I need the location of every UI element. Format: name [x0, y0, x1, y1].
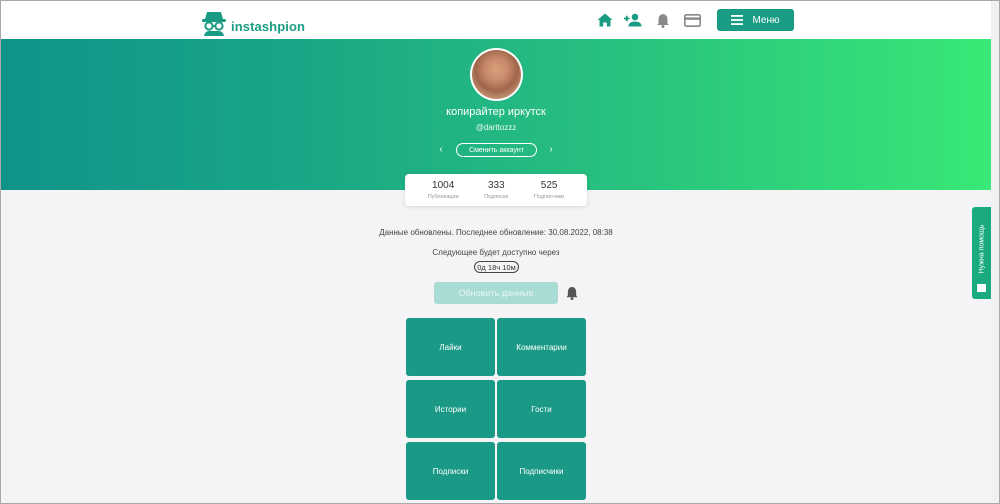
- stat-following[interactable]: 333 Подписки: [484, 180, 508, 200]
- switch-account-button[interactable]: Сменить аккаунт: [456, 143, 537, 157]
- tile-guests[interactable]: Гости: [497, 380, 586, 438]
- notify-bell-icon[interactable]: [565, 286, 579, 300]
- help-tab[interactable]: Нужна помощь: [972, 207, 991, 299]
- stat-value: 525: [540, 180, 558, 191]
- tile-likes[interactable]: Лайки: [406, 318, 495, 376]
- avatar-photo: [472, 50, 521, 99]
- tile-comments[interactable]: Комментарии: [497, 318, 586, 376]
- home-icon[interactable]: [595, 11, 615, 29]
- stat-value: 333: [487, 180, 505, 191]
- account-switcher: ‹ Сменить аккаунт ›: [434, 142, 560, 158]
- stat-followers[interactable]: 525 Подписчики: [534, 180, 564, 200]
- card-icon[interactable]: [682, 11, 702, 29]
- chat-icon: [977, 284, 986, 292]
- tile-following[interactable]: Подписки: [406, 442, 495, 500]
- stat-label: Подписки: [484, 194, 509, 200]
- brand-name: instashpion: [231, 19, 306, 34]
- stats-card: 1004 Публикации 333 Подписки 525 Подписч…: [405, 174, 587, 206]
- stat-posts[interactable]: 1004 Публикации: [428, 180, 459, 200]
- refresh-data-button[interactable]: Обновить данные: [434, 282, 558, 304]
- profile-name: копирайтер иркутск: [446, 106, 546, 118]
- countdown-timer: 0д 18ч 10м: [474, 261, 519, 273]
- hamburger-icon: [731, 15, 744, 25]
- tile-stories[interactable]: Истории: [406, 380, 495, 438]
- help-label: Нужна помощь: [978, 224, 985, 274]
- stat-label: Публикации: [427, 194, 459, 200]
- spy-icon: [202, 12, 226, 36]
- avatar: [470, 48, 523, 101]
- chevron-left-icon[interactable]: ‹: [436, 144, 446, 156]
- profile-handle: @darttozzz: [475, 123, 517, 132]
- last-updated-text: Данные обновлены. Последнее обновление: …: [379, 228, 613, 237]
- chevron-right-icon[interactable]: ›: [546, 144, 556, 156]
- tile-followers[interactable]: Подписчики: [497, 442, 586, 500]
- menu-label: Меню: [752, 14, 780, 26]
- stat-value: 1004: [432, 180, 455, 191]
- bell-icon[interactable]: [653, 11, 673, 29]
- page-scrollbar[interactable]: [991, 1, 999, 503]
- stat-label: Подписчики: [533, 194, 565, 200]
- next-update-text: Следующее будет доступно через: [432, 248, 560, 257]
- add-user-icon[interactable]: [623, 11, 643, 29]
- logo[interactable]: instashpion: [199, 7, 305, 37]
- menu-button[interactable]: Меню: [717, 9, 794, 31]
- top-navbar: instashpion Меню: [1, 1, 991, 39]
